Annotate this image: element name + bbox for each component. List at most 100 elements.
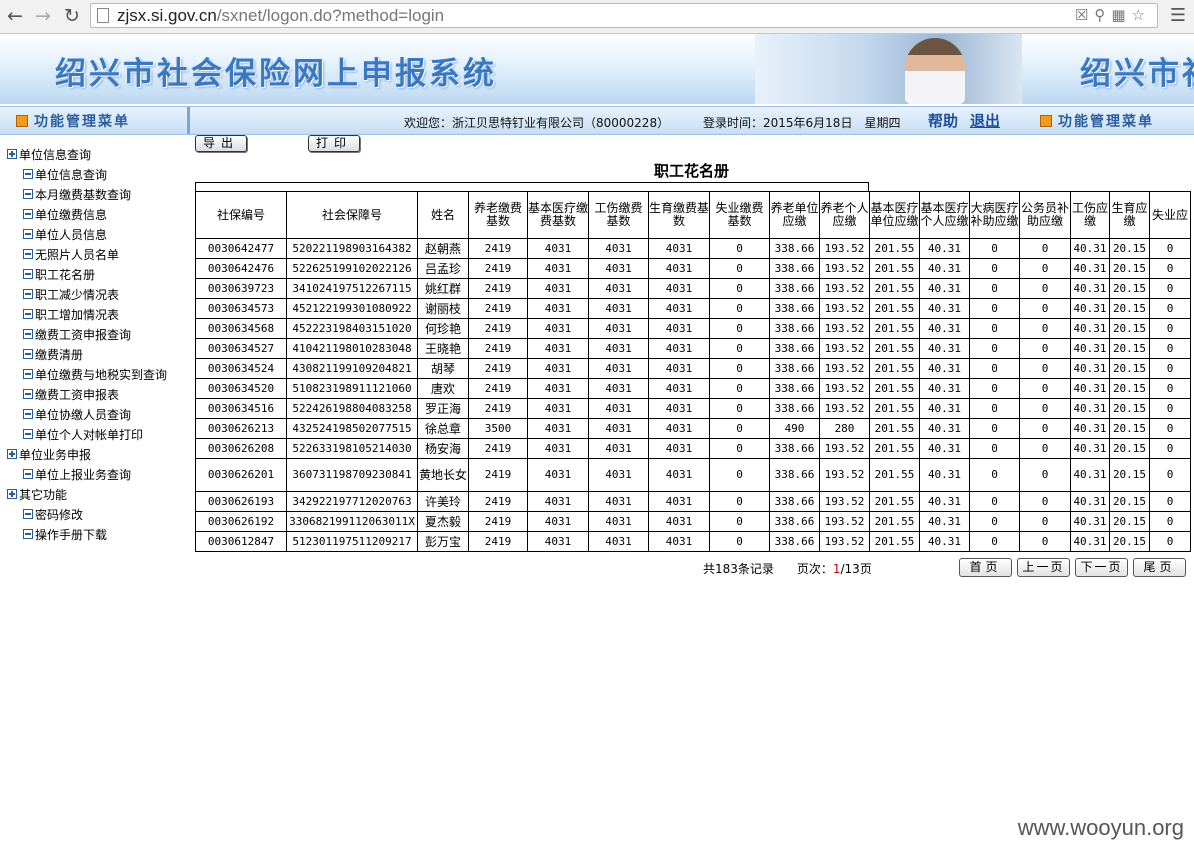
sidebar-item-business-query[interactable]: 单位上报业务查询 <box>23 466 131 483</box>
table-cell: 0 <box>1149 398 1191 419</box>
table-cell: 0030634524 <box>195 358 287 379</box>
sidebar-group-unit-info[interactable]: 单位信息查询 <box>7 146 91 163</box>
table-cell: 0 <box>709 531 770 552</box>
table-cell: 342922197712020763 <box>286 491 418 512</box>
table-cell: 2419 <box>468 338 528 359</box>
banner-title: 绍兴市社会保险网上申报系统 <box>55 56 497 92</box>
sidebar-item-password[interactable]: 密码修改 <box>23 506 83 523</box>
table-cell: 0 <box>1019 418 1071 439</box>
sidebar-item-unit-payment[interactable]: 单位缴费信息 <box>23 206 107 223</box>
table-cell: 40.31 <box>919 358 970 379</box>
table-cell: 胡琴 <box>417 358 469 379</box>
banner-person-image <box>905 38 965 104</box>
table-cell: 0 <box>1019 298 1071 319</box>
table-cell: 4031 <box>648 258 710 279</box>
browser-toolbar: ← → ↻ zjsx.si.gov.cn/sxnet/logon.do?meth… <box>0 0 1194 34</box>
table-cell: 谢丽枝 <box>417 298 469 319</box>
table-cell: 徐总章 <box>417 418 469 439</box>
table-cell: 20.15 <box>1109 358 1150 379</box>
help-link[interactable]: 帮助 <box>928 110 958 131</box>
blocked-popup-icon[interactable]: ☒ <box>1075 6 1094 24</box>
table-row: 0030634568 452223198403151020 何珍艳 2419 4031 4… <box>195 318 1191 339</box>
table-cell: 4031 <box>588 418 649 439</box>
back-arrow-icon[interactable]: ← <box>4 5 26 27</box>
right-menu-header[interactable]: 功能管理菜单 <box>1040 111 1154 131</box>
table-cell: 338.66 <box>769 278 820 299</box>
table-cell: 20.15 <box>1109 438 1150 459</box>
table-cell: 20.15 <box>1109 398 1150 419</box>
table-cell: 520221198903164382 <box>286 238 418 259</box>
table-cell: 201.55 <box>869 358 920 379</box>
column-header: 生育应缴 <box>1109 191 1150 239</box>
sidebar-item-assist-staff[interactable]: 单位协缴人员查询 <box>23 406 131 423</box>
tree-node-icon <box>23 189 33 199</box>
sidebar-group-business[interactable]: 单位业务申报 <box>7 446 91 463</box>
sidebar-item-unit-staff[interactable]: 单位人员信息 <box>23 226 107 243</box>
table-cell: 0 <box>1149 358 1191 379</box>
sidebar-item-monthly-base[interactable]: 本月缴费基数查询 <box>23 186 131 203</box>
table-cell: 2419 <box>468 458 528 492</box>
table-cell: 2419 <box>468 358 528 379</box>
sidebar-item-manual-download[interactable]: 操作手册下载 <box>23 526 107 543</box>
sidebar-item-unit-info-query[interactable]: 单位信息查询 <box>23 166 107 183</box>
sidebar-item-roster[interactable]: 职工花名册 <box>23 266 95 283</box>
address-url: zjsx.si.gov.cn/sxnet/logon.do?method=log… <box>117 6 445 25</box>
pager-info: 共183条记录 页次：1/13页 <box>703 562 872 576</box>
table-cell: 201.55 <box>869 318 920 339</box>
table-cell: 40.31 <box>919 318 970 339</box>
column-header: 工伤缴费基数 <box>588 191 649 239</box>
table-cell: 201.55 <box>869 458 920 492</box>
sidebar-item-staff-increase[interactable]: 职工增加情况表 <box>23 306 119 323</box>
bookmark-star-icon[interactable]: ☆ <box>1132 6 1151 24</box>
sidebar-item-statement-print[interactable]: 单位个人对帐单打印 <box>23 426 143 443</box>
table-cell: 0 <box>1149 491 1191 512</box>
table-cell: 0 <box>709 511 770 532</box>
sidebar-item-wage-declare-query[interactable]: 缴费工资申报查询 <box>23 326 131 343</box>
table-cell: 2419 <box>468 398 528 419</box>
translate-icon[interactable]: ▦ <box>1111 6 1131 24</box>
table-cell: 193.52 <box>819 338 870 359</box>
sidebar-item-no-photo[interactable]: 无照片人员名单 <box>23 246 119 263</box>
last-page-button[interactable]: 尾页 <box>1133 558 1186 577</box>
tree-node-icon <box>23 209 33 219</box>
next-page-button[interactable]: 下一页 <box>1075 558 1128 577</box>
table-cell: 0030642477 <box>195 238 287 259</box>
table-cell: 193.52 <box>819 358 870 379</box>
table-cell: 许美玲 <box>417 491 469 512</box>
forward-arrow-icon[interactable]: → <box>32 5 54 27</box>
table-cell: 4031 <box>648 458 710 492</box>
table-cell: 338.66 <box>769 358 820 379</box>
table-cell: 193.52 <box>819 318 870 339</box>
table-cell: 510823198911121060 <box>286 378 418 399</box>
address-bar[interactable]: zjsx.si.gov.cn/sxnet/logon.do?method=log… <box>90 3 1158 28</box>
sidebar-item-tax-query[interactable]: 单位缴费与地税实到查询 <box>23 366 167 383</box>
table-cell: 40.31 <box>919 398 970 419</box>
sidebar-item-staff-decrease[interactable]: 职工减少情况表 <box>23 286 119 303</box>
table-cell: 0030634573 <box>195 298 287 319</box>
logout-link[interactable]: 退出 <box>970 110 1000 131</box>
first-page-button[interactable]: 首页 <box>959 558 1012 577</box>
table-cell: 40.31 <box>919 298 970 319</box>
table-cell: 0 <box>1149 278 1191 299</box>
sidebar-item-payment-list[interactable]: 缴费清册 <box>23 346 83 363</box>
print-button[interactable]: 打印 <box>308 135 360 152</box>
table-cell: 0 <box>1019 378 1071 399</box>
key-icon[interactable]: ⚲ <box>1094 6 1111 24</box>
reload-icon[interactable]: ↻ <box>61 5 83 27</box>
sidebar-group-other[interactable]: 其它功能 <box>7 486 67 503</box>
table-cell: 0 <box>709 258 770 279</box>
table-cell: 0030639723 <box>195 278 287 299</box>
table-cell: 0 <box>709 458 770 492</box>
table-cell: 0 <box>1149 511 1191 532</box>
hamburger-menu-icon[interactable]: ☰ <box>1170 5 1186 26</box>
table-cell: 40.31 <box>1070 511 1110 532</box>
table-cell: 0 <box>969 358 1020 379</box>
table-cell: 4031 <box>527 278 589 299</box>
prev-page-button[interactable]: 上一页 <box>1017 558 1070 577</box>
export-button[interactable]: 导出 <box>195 135 247 152</box>
sidebar-item-wage-declare-form[interactable]: 缴费工资申报表 <box>23 386 119 403</box>
table-cell: 40.31 <box>1070 358 1110 379</box>
table-cell: 0030634527 <box>195 338 287 359</box>
table-cell: 4031 <box>648 511 710 532</box>
table-cell: 0030634516 <box>195 398 287 419</box>
